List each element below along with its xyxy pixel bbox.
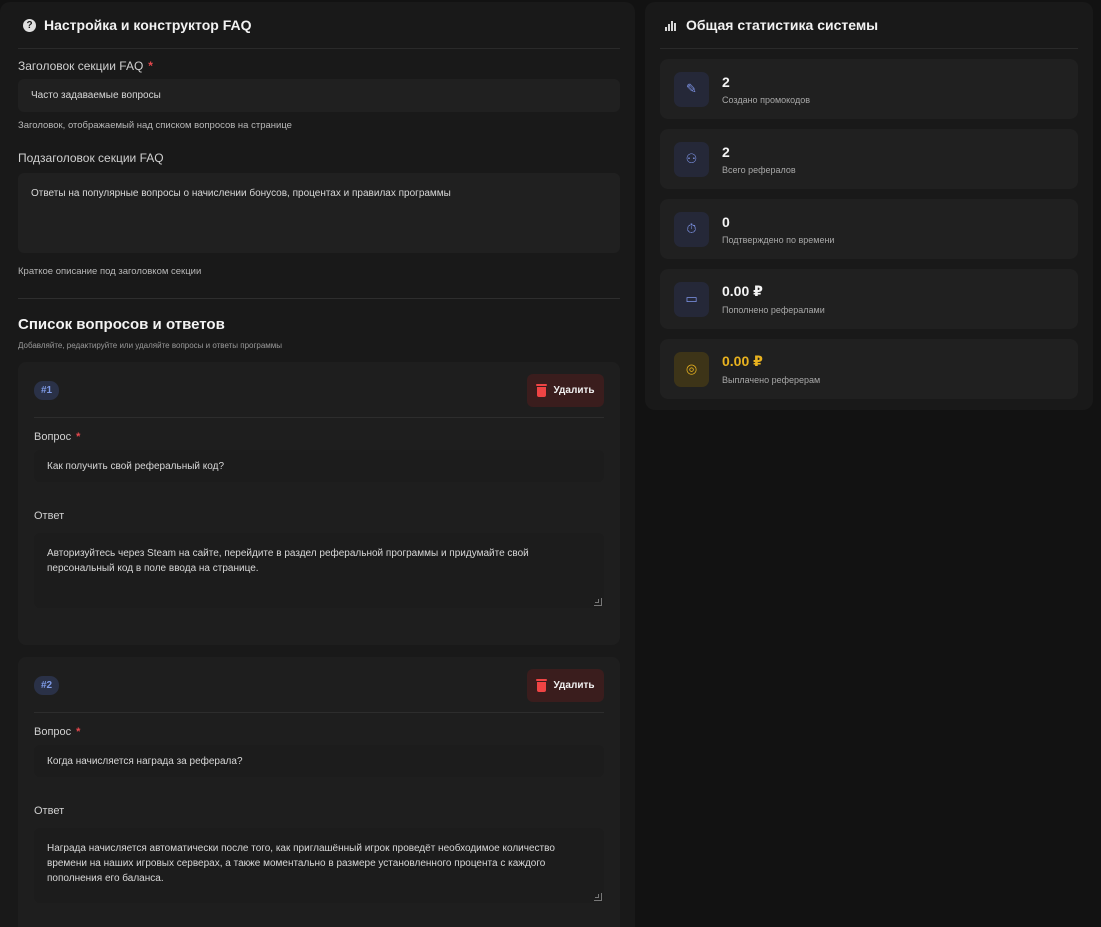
answer-textarea[interactable]: Авторизуйтесь через Steam на сайте, пере… bbox=[34, 533, 604, 608]
section-divider bbox=[18, 298, 620, 299]
stat-value: 0.00 ₽ bbox=[722, 353, 763, 369]
faq-item-header: #2 Удалить bbox=[34, 669, 604, 713]
faq-panel-header: ? Настройка и конструктор FAQ bbox=[18, 2, 620, 49]
stopwatch-icon: ⏱ bbox=[674, 211, 709, 247]
bar-chart-icon bbox=[665, 20, 679, 31]
required-mark: * bbox=[76, 726, 81, 738]
page: ? Настройка и конструктор FAQ Заголовок … bbox=[0, 0, 1101, 927]
stats-header: Общая статистика системы bbox=[660, 2, 1078, 49]
question-input[interactable]: Когда начисляется награда за реферала? bbox=[34, 745, 604, 777]
resize-handle[interactable] bbox=[594, 598, 602, 606]
delete-button[interactable]: Удалить bbox=[527, 374, 604, 407]
question-circle-icon: ? bbox=[23, 18, 36, 32]
faq-panel-title: Настройка и конструктор FAQ bbox=[44, 17, 252, 33]
faq-heading-input[interactable]: Часто задаваемые вопросы bbox=[18, 79, 620, 112]
ticket-icon: ✎ bbox=[674, 71, 709, 107]
faq-subheading-label: Подзаголовок секции FAQ bbox=[18, 151, 164, 165]
stat-label: Пополнено рефералами bbox=[722, 305, 825, 315]
stats-panel: Общая статистика системы ✎ 2 Создано про… bbox=[645, 2, 1093, 410]
stats-title: Общая статистика системы bbox=[686, 17, 879, 33]
stat-label: Создано промокодов bbox=[722, 94, 811, 105]
resize-handle[interactable] bbox=[594, 893, 602, 901]
faq-item-card: #2 Удалить Вопрос * Когда начисляется на… bbox=[18, 657, 620, 927]
question-label: Вопрос * bbox=[34, 726, 81, 738]
answer-textarea[interactable]: Награда начисляется автоматически после … bbox=[34, 828, 604, 903]
stat-card-payouts: ◎ 0.00 ₽ Выплачено реферерам bbox=[660, 339, 1078, 399]
faq-settings-panel: ? Настройка и конструктор FAQ Заголовок … bbox=[0, 2, 635, 927]
trash-icon bbox=[536, 384, 548, 397]
answer-text: Авторизуйтесь через Steam на сайте, пере… bbox=[47, 548, 529, 574]
answer-text: Награда начисляется автоматически после … bbox=[47, 843, 555, 884]
stat-label: Выплачено реферерам bbox=[722, 375, 821, 385]
required-mark: * bbox=[76, 431, 81, 443]
trash-icon bbox=[536, 679, 548, 692]
answer-label: Ответ bbox=[34, 805, 65, 817]
question-input[interactable]: Как получить свой реферальный код? bbox=[34, 450, 604, 482]
faq-item-card: #1 Удалить Вопрос * Как получить свой ре… bbox=[18, 362, 620, 645]
coins-icon: ◎ bbox=[674, 351, 709, 387]
stat-label: Подтверждено по времени bbox=[722, 234, 835, 245]
delete-button[interactable]: Удалить bbox=[527, 669, 604, 702]
question-label: Вопрос * bbox=[34, 431, 81, 443]
faq-item-number-badge: #1 bbox=[34, 381, 60, 400]
faq-subheading-textarea[interactable]: Ответы на популярные вопросы о начислени… bbox=[18, 173, 620, 253]
stat-value: 2 bbox=[722, 143, 730, 160]
qa-list-title: Список вопросов и ответов bbox=[18, 316, 225, 333]
credit-card-icon: ▭ bbox=[674, 281, 709, 317]
stat-card-time-confirmed: ⏱ 0 Подтверждено по времени bbox=[660, 199, 1078, 259]
required-mark: * bbox=[148, 59, 153, 73]
faq-item-header: #1 Удалить bbox=[34, 374, 604, 418]
answer-label: Ответ bbox=[34, 510, 65, 522]
qa-list-subtitle: Добавляйте, редактируйте или удаляйте во… bbox=[18, 341, 283, 350]
users-icon: ⚇ bbox=[674, 141, 709, 177]
faq-item-number-badge: #2 bbox=[34, 676, 60, 695]
stat-card-deposits: ▭ 0.00 ₽ Пополнено рефералами bbox=[660, 269, 1078, 329]
stat-card-promocodes: ✎ 2 Создано промокодов bbox=[660, 59, 1078, 119]
faq-heading-label: Заголовок секции FAQ * bbox=[18, 59, 153, 73]
stat-label: Всего рефералов bbox=[722, 164, 796, 175]
faq-heading-hint: Заголовок, отображаемый над списком вопр… bbox=[18, 120, 292, 131]
stat-value: 0 bbox=[722, 213, 730, 230]
delete-button-label: Удалить bbox=[553, 385, 595, 396]
faq-subheading-hint: Краткое описание под заголовком секции bbox=[18, 266, 202, 277]
stat-value: 2 bbox=[722, 73, 730, 90]
stat-card-referrals: ⚇ 2 Всего рефералов bbox=[660, 129, 1078, 189]
stat-value: 0.00 ₽ bbox=[722, 283, 763, 299]
delete-button-label: Удалить bbox=[553, 680, 595, 691]
